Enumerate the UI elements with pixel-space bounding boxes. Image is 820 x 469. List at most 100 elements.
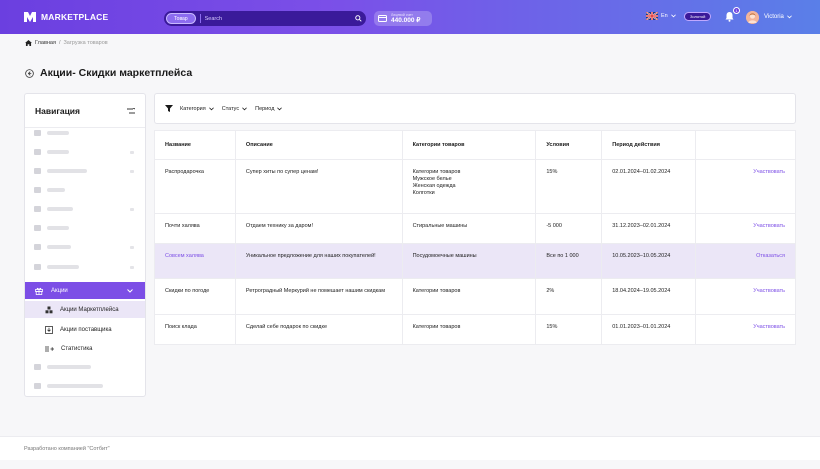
filter-period[interactable]: Период <box>255 106 283 112</box>
blurred-label <box>47 245 71 249</box>
category-item: Мужское белье <box>412 176 452 182</box>
sidebar-item-label: Статистика <box>61 345 93 352</box>
blurred-label <box>47 384 103 388</box>
filter-status[interactable]: Статус <box>222 106 247 112</box>
blurred-icon <box>34 130 41 136</box>
card-icon <box>378 15 387 22</box>
sidebar-item-marketplace-promotions[interactable]: Акции Маркетплейса <box>25 301 145 318</box>
blurred-label <box>47 207 73 211</box>
decline-button[interactable]: Отказаться <box>695 243 796 279</box>
cell-description: Супер хиты по супер ценам! <box>234 159 403 214</box>
back-arrow-icon[interactable] <box>25 68 34 78</box>
notification-badge: 1 <box>733 7 740 14</box>
column-header[interactable]: Категории товаров <box>401 130 537 160</box>
chevron-down-icon <box>242 106 247 110</box>
cell-name: Скидки по погоде <box>154 278 236 315</box>
search-input[interactable] <box>204 15 350 22</box>
filter-icon[interactable] <box>165 105 173 112</box>
sidebar-divider <box>25 127 145 128</box>
column-header <box>695 130 796 160</box>
participate-button[interactable]: Участвовать <box>695 278 796 315</box>
table-header-row: Название Описание Категории товаров Усло… <box>154 130 796 160</box>
sidebar-item-blurred[interactable] <box>34 206 134 212</box>
sidebar-item-blurred[interactable] <box>34 244 134 250</box>
filter-category[interactable]: Категория <box>180 106 214 112</box>
language-selector[interactable]: En <box>646 12 676 20</box>
category-item: Женская одежда <box>412 183 456 189</box>
collapse-icon[interactable] <box>127 108 135 114</box>
footer: Разработано компанией "Сотбит" <box>0 436 820 460</box>
sidebar-item-blurred[interactable] <box>34 149 134 155</box>
chevron-down-icon <box>208 106 214 110</box>
cell-description: Сделай себе подарок по скидке <box>234 314 403 345</box>
category-item: Колготки <box>412 190 435 196</box>
blurred-icon <box>34 168 41 174</box>
logo[interactable]: MARKETPLACE <box>24 11 108 23</box>
sidebar-item-promotions[interactable]: Акции <box>25 282 145 299</box>
breadcrumb-home[interactable]: Главная <box>35 40 56 46</box>
chevron-down-icon <box>787 15 792 19</box>
table-row: Распродарочка Супер хиты по супер ценам!… <box>154 159 796 214</box>
blurred-icon <box>34 225 41 231</box>
sidebar-item-blurred[interactable] <box>34 168 134 174</box>
sidebar-item-blurred[interactable] <box>34 225 69 231</box>
sidebar-item-blurred[interactable] <box>34 187 65 193</box>
column-header[interactable]: Название <box>154 130 236 160</box>
uk-flag-icon <box>646 12 658 20</box>
participate-button[interactable]: Участвовать <box>695 314 796 345</box>
avatar[interactable] <box>746 11 759 24</box>
user-menu[interactable]: Victoria <box>764 14 792 20</box>
blurred-label <box>47 265 79 269</box>
cell-categories: Посудомоечные машины <box>401 243 537 279</box>
user-name: Victoria <box>764 14 784 20</box>
sidebar-item-blurred[interactable] <box>34 130 69 136</box>
search-bar: Товар <box>164 11 366 26</box>
search-scope-pill[interactable]: Товар <box>166 13 196 24</box>
blurred-icon <box>34 264 41 270</box>
column-header[interactable]: Описание <box>234 130 403 160</box>
footer-text: Разработано компанией "Сотбит" <box>24 446 110 452</box>
home-icon <box>25 40 32 46</box>
sidebar-item-blurred[interactable] <box>34 264 134 270</box>
cell-name: Распродарочка <box>154 159 236 214</box>
table-row: Поиск клада Сделай себе подарок по скидк… <box>154 314 796 345</box>
cell-conditions: -5 000 <box>535 213 603 244</box>
cell-period: 10.05.2023–10.05.2024 <box>601 243 697 279</box>
filter-label: Категория <box>180 105 206 112</box>
participate-button[interactable]: Участвовать <box>695 213 796 244</box>
balance-widget[interactable]: Лицевой счет 440.000 ₽ <box>374 11 432 26</box>
column-header[interactable]: Условия <box>535 130 603 160</box>
gold-status-badge[interactable]: Золотой <box>684 12 712 21</box>
sidebar-item-label: Акции поставщика <box>60 326 112 333</box>
blurred-label <box>47 365 91 369</box>
blurred-chevron <box>130 207 134 211</box>
sidebar-item-statistics[interactable]: Статистика <box>25 340 145 357</box>
column-header[interactable]: Период действия <box>601 130 697 160</box>
category-item: Категории товаров <box>412 288 461 294</box>
cell-period: 02.01.2024–01.02.2024 <box>601 159 697 214</box>
sidebar-item-label: Акции Маркетплейса <box>60 306 119 313</box>
blurred-label <box>47 150 69 154</box>
bell-icon[interactable] <box>725 11 734 22</box>
category-item: Категории товаров <box>412 324 461 330</box>
breadcrumb-separator: / <box>58 40 61 46</box>
blurred-icon <box>34 364 41 370</box>
category-item: Посудомоечные машины <box>412 253 477 259</box>
table-row-highlighted: Совсем халява Уникальное предложение для… <box>154 243 796 279</box>
sidebar-item-supplier-promotions[interactable]: Акции поставщика <box>25 321 145 338</box>
cell-categories: Категории товаров <box>401 278 537 315</box>
filter-bar: Категория Статус Период <box>154 93 796 124</box>
sidebar-item-blurred[interactable] <box>34 383 103 389</box>
cell-name: Поиск клада <box>154 314 236 345</box>
page-title: Акции- Скидки маркетплейса <box>40 67 193 79</box>
logo-text: MARKETPLACE <box>41 12 109 22</box>
blurred-icon <box>34 206 41 212</box>
gift-icon <box>35 287 43 295</box>
cell-description: Отдаем технику за даром! <box>234 213 403 244</box>
search-icon[interactable] <box>350 15 366 22</box>
participate-button[interactable]: Участвовать <box>695 159 796 214</box>
blurred-label <box>47 131 69 135</box>
cell-name-link[interactable]: Совсем халява <box>154 243 236 279</box>
cell-categories: Категории товаров Мужское белье Женская … <box>401 159 537 214</box>
sidebar-item-blurred[interactable] <box>34 364 91 370</box>
